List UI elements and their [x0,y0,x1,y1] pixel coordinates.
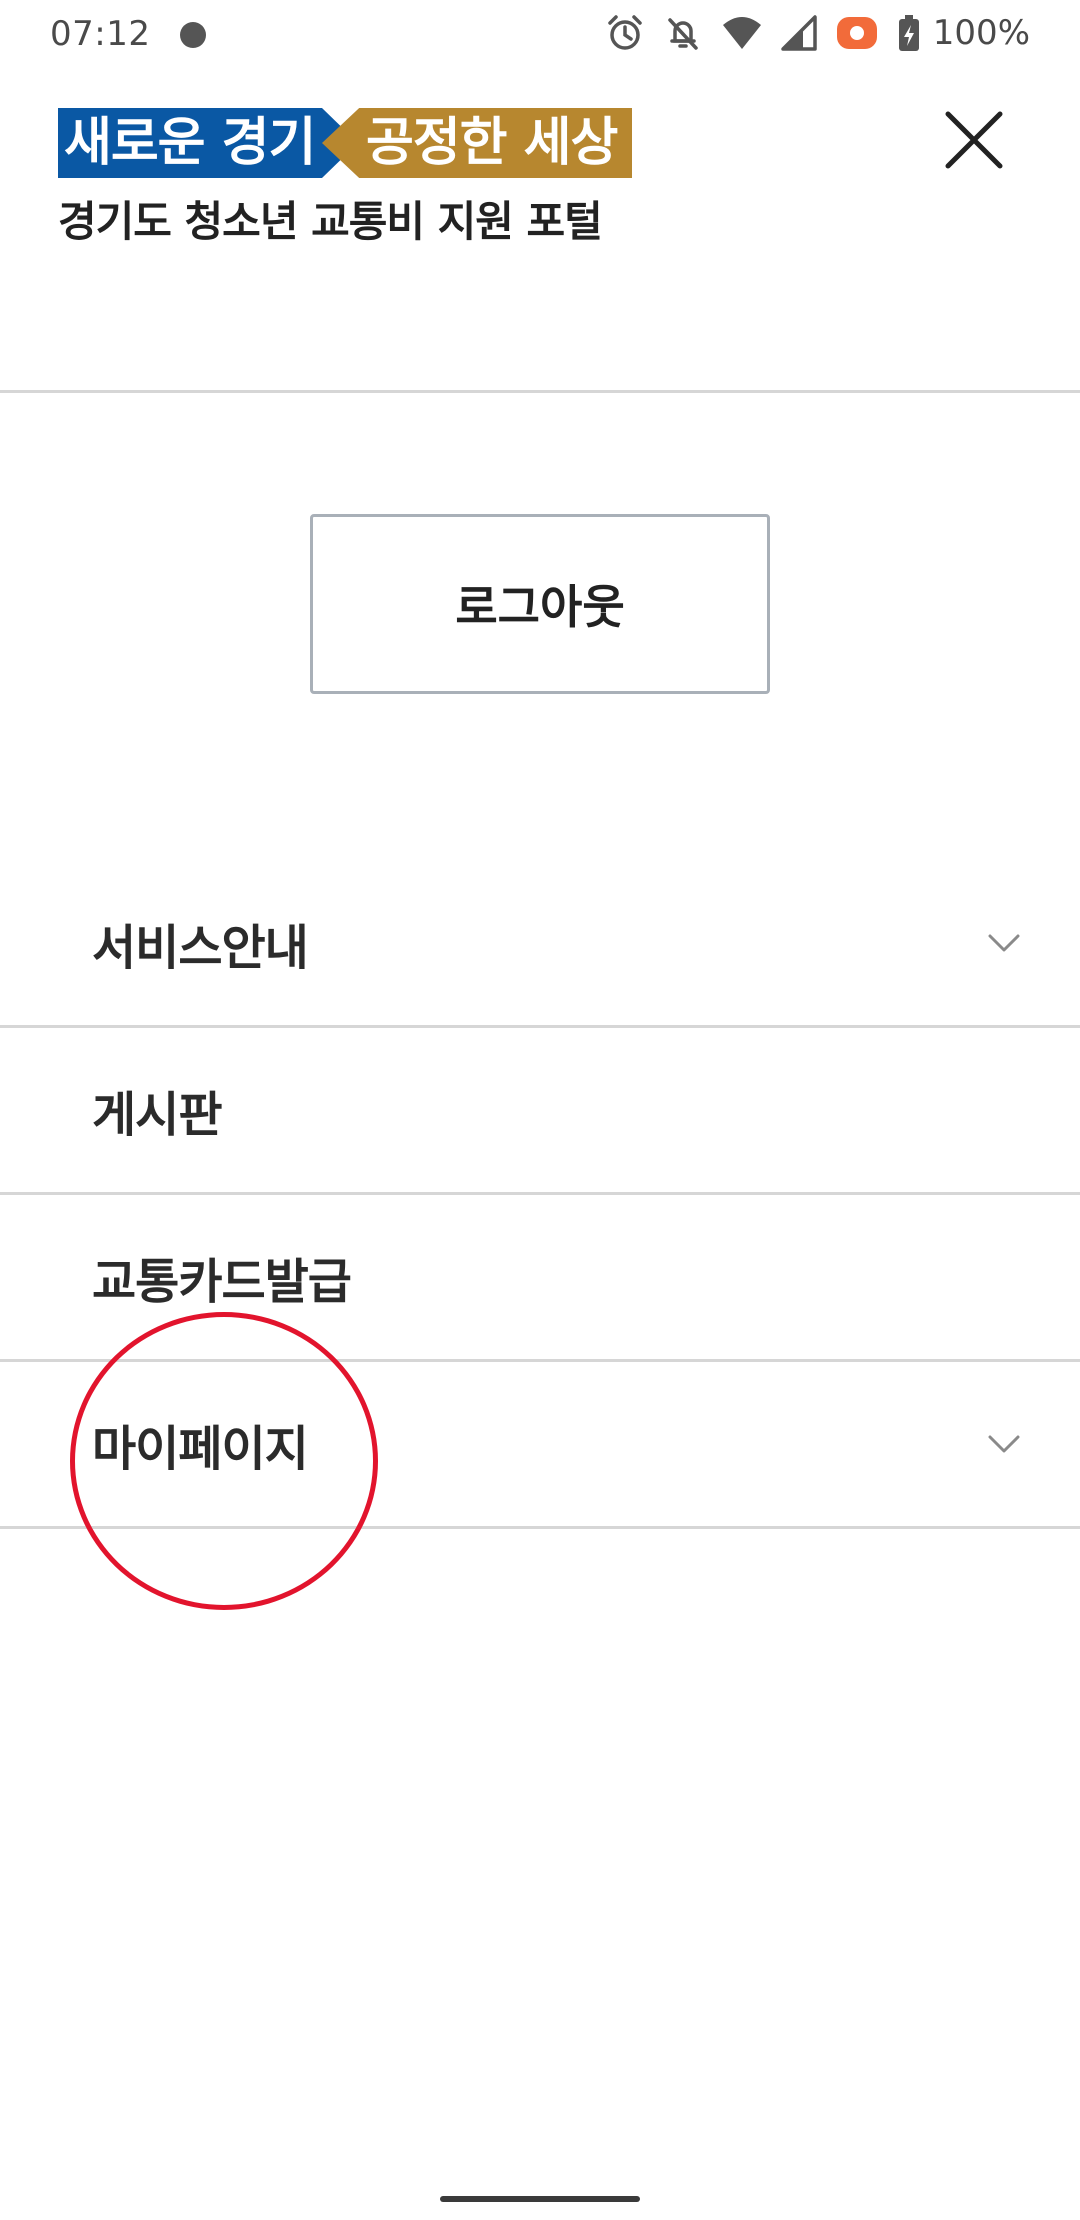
menu-item-mypage[interactable]: 마이페이지 [0,1362,1080,1529]
menu-item-transit-card[interactable]: 교통카드발급 [0,1195,1080,1362]
menu-item-label: 마이페이지 [92,1421,309,1477]
drawer-menu: 서비스안내 게시판 교통카드발급 마이페이지 [0,860,1080,1529]
battery-percent: 100% [932,13,1030,53]
wifi-icon [721,13,763,53]
status-bar: 07:12 100% [0,0,1080,66]
chevron-down-icon [988,934,1020,951]
alarm-icon [605,13,645,53]
menu-item-board[interactable]: 게시판 [0,1028,1080,1195]
chevron-down-icon [988,1435,1020,1453]
record-icon [835,13,879,53]
notification-dot-icon [180,22,206,48]
slogan-left: 새로운 경기 [58,108,358,178]
drawer-header: 새로운 경기 공정한 세상 경기도 청소년 교통비 지원 포털 [0,66,1080,393]
portal-logo[interactable]: 새로운 경기 공정한 세상 경기도 청소년 교통비 지원 포털 [58,108,658,248]
menu-item-label: 게시판 [92,1087,222,1143]
slogan-right: 공정한 세상 [322,108,632,178]
logout-button[interactable]: 로그아웃 [310,514,770,694]
portal-subtitle: 경기도 청소년 교통비 지원 포털 [58,197,603,246]
menu-item-label: 교통카드발급 [92,1254,352,1310]
battery-charging-icon [897,13,921,53]
close-icon [945,111,1003,169]
status-icons: 100% [605,10,1030,56]
logo-slogan: 새로운 경기 공정한 세상 [58,108,658,178]
home-indicator[interactable] [440,2196,640,2202]
status-time: 07:12 [50,14,151,54]
bell-off-icon [663,13,703,53]
signal-icon [781,13,817,53]
menu-item-label: 서비스안내 [92,919,309,976]
menu-item-service-info[interactable]: 서비스안내 [0,860,1080,1028]
close-button[interactable] [938,104,1010,176]
